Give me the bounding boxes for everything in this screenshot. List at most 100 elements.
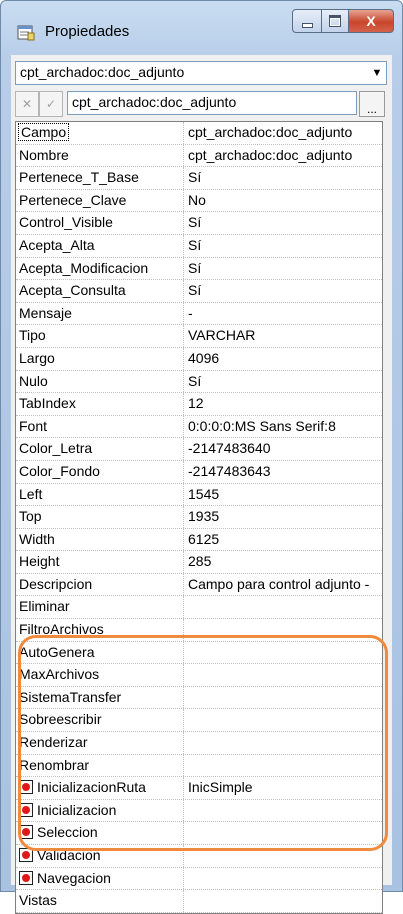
- object-selector-value: cpt_archadoc:doc_adjunto: [20, 64, 185, 80]
- property-row[interactable]: Font 0:0:0:0:MS Sans Serif:8: [16, 415, 382, 439]
- property-value[interactable]: 4096: [188, 350, 380, 366]
- property-row[interactable]: Nulo Sí: [16, 370, 382, 394]
- property-row[interactable]: Sobreescribir: [16, 709, 382, 733]
- property-row[interactable]: Acepta_Consulta Sí: [16, 280, 382, 303]
- property-row[interactable]: InicializacionRuta InicSimple: [16, 777, 382, 800]
- column-divider: [183, 234, 184, 257]
- property-name: Sobreescribir: [19, 711, 102, 728]
- property-row[interactable]: Tipo VARCHAR: [16, 325, 382, 348]
- column-divider: [183, 302, 184, 325]
- property-row[interactable]: SistemaTransfer: [16, 686, 382, 710]
- property-value[interactable]: -: [188, 305, 380, 321]
- property-value[interactable]: 12: [188, 395, 380, 411]
- property-name: Left: [19, 485, 43, 502]
- maximize-button[interactable]: [322, 9, 348, 33]
- property-row[interactable]: Control_Visible Sí: [16, 212, 382, 235]
- property-row[interactable]: Vistas: [16, 890, 382, 913]
- property-name: Descripcion: [19, 575, 93, 592]
- property-row[interactable]: Height 285: [16, 551, 382, 574]
- property-row[interactable]: Inicializacion: [16, 799, 382, 823]
- property-row[interactable]: Acepta_Modificacion Sí: [16, 257, 382, 281]
- column-divider: [183, 189, 184, 212]
- property-value[interactable]: Sí: [188, 214, 380, 230]
- property-row[interactable]: Renderizar: [16, 732, 382, 755]
- property-row[interactable]: Top 1935: [16, 506, 382, 529]
- property-value[interactable]: cpt_archadoc:doc_adjunto: [188, 124, 380, 140]
- property-value[interactable]: InicSimple: [188, 779, 380, 795]
- property-row[interactable]: Pertenece_Clave No: [16, 189, 382, 213]
- property-row[interactable]: Campo cpt_archadoc:doc_adjunto: [16, 122, 382, 145]
- column-divider: [183, 528, 184, 551]
- property-name: Acepta_Modificacion: [19, 259, 149, 276]
- property-name: Pertenece_Clave: [19, 191, 127, 208]
- property-name: Control_Visible: [19, 214, 113, 231]
- column-divider: [183, 506, 184, 528]
- object-selector[interactable]: cpt_archadoc:doc_adjunto ▼: [15, 61, 387, 85]
- property-value[interactable]: 1545: [188, 486, 380, 502]
- accept-edit-button[interactable]: ✓: [39, 91, 63, 117]
- property-value[interactable]: -2147483643: [188, 463, 380, 479]
- property-row[interactable]: Nombre cpt_archadoc:doc_adjunto: [16, 144, 382, 168]
- minimize-button[interactable]: [292, 9, 322, 33]
- value-edit-text: cpt_archadoc:doc_adjunto: [72, 94, 237, 110]
- property-value[interactable]: No: [188, 192, 380, 208]
- property-row[interactable]: MaxArchivos: [16, 664, 382, 687]
- column-divider: [183, 415, 184, 438]
- column-divider: [183, 867, 184, 890]
- property-row[interactable]: Navegacion: [16, 867, 382, 891]
- property-name: Color_Fondo: [19, 462, 100, 479]
- property-value[interactable]: Sí: [188, 237, 380, 253]
- edit-bar: ✕ ✓ cpt_archadoc:doc_adjunto ...: [15, 91, 385, 117]
- property-name: Navegacion: [37, 869, 111, 886]
- property-value[interactable]: VARCHAR: [188, 327, 380, 343]
- property-value[interactable]: Campo para control adjunto -: [188, 576, 380, 592]
- browse-button[interactable]: ...: [359, 91, 385, 117]
- column-divider: [183, 845, 184, 867]
- property-name: Eliminar: [19, 598, 70, 615]
- property-row[interactable]: Pertenece_T_Base Sí: [16, 167, 382, 190]
- property-row[interactable]: Seleccion: [16, 822, 382, 845]
- property-name: Campo: [17, 123, 70, 141]
- property-value[interactable]: 1935: [188, 508, 380, 524]
- property-row[interactable]: FiltroArchivos: [16, 619, 382, 642]
- property-row[interactable]: Mensaje -: [16, 302, 382, 326]
- property-value[interactable]: cpt_archadoc:doc_adjunto: [188, 147, 380, 163]
- chevron-down-icon[interactable]: ▼: [368, 62, 386, 84]
- column-divider: [183, 167, 184, 189]
- value-edit-field[interactable]: cpt_archadoc:doc_adjunto: [67, 91, 357, 115]
- property-row[interactable]: Largo 4096: [16, 347, 382, 371]
- property-row[interactable]: Color_Fondo -2147483643: [16, 460, 382, 484]
- property-name: Seleccion: [37, 824, 98, 841]
- property-value[interactable]: Sí: [188, 169, 380, 185]
- property-name: Height: [19, 553, 60, 570]
- property-name: TabIndex: [19, 395, 76, 412]
- property-value[interactable]: Sí: [188, 260, 380, 276]
- column-divider: [183, 709, 184, 732]
- close-button[interactable]: X: [348, 9, 394, 33]
- property-row[interactable]: Width 6125: [16, 528, 382, 552]
- column-divider: [183, 890, 184, 912]
- property-value[interactable]: -2147483640: [188, 440, 380, 456]
- browse-button-label: ...: [366, 102, 377, 116]
- column-divider: [183, 393, 184, 415]
- property-value[interactable]: 285: [188, 553, 380, 569]
- property-row[interactable]: Color_Letra -2147483640: [16, 438, 382, 461]
- property-row[interactable]: Descripcion Campo para control adjunto -: [16, 573, 382, 597]
- property-row[interactable]: Renombrar: [16, 754, 382, 778]
- title-bar[interactable]: Propiedades X: [1, 1, 402, 53]
- property-name: Font: [19, 417, 48, 434]
- property-row[interactable]: AutoGenera: [16, 641, 382, 665]
- property-value[interactable]: Sí: [188, 282, 380, 298]
- property-name: Inicializacion: [37, 801, 117, 818]
- property-value[interactable]: Sí: [188, 373, 380, 389]
- property-row[interactable]: Acepta_Alta Sí: [16, 234, 382, 258]
- cancel-edit-button[interactable]: ✕: [15, 91, 39, 117]
- window-title: Propiedades: [45, 23, 130, 40]
- property-row[interactable]: Validacion: [16, 845, 382, 868]
- property-row[interactable]: Eliminar: [16, 596, 382, 620]
- property-value[interactable]: 6125: [188, 531, 380, 547]
- column-divider: [183, 460, 184, 483]
- property-row[interactable]: TabIndex 12: [16, 393, 382, 416]
- property-row[interactable]: Left 1545: [16, 483, 382, 507]
- property-value[interactable]: 0:0:0:0:MS Sans Serif:8: [188, 418, 380, 434]
